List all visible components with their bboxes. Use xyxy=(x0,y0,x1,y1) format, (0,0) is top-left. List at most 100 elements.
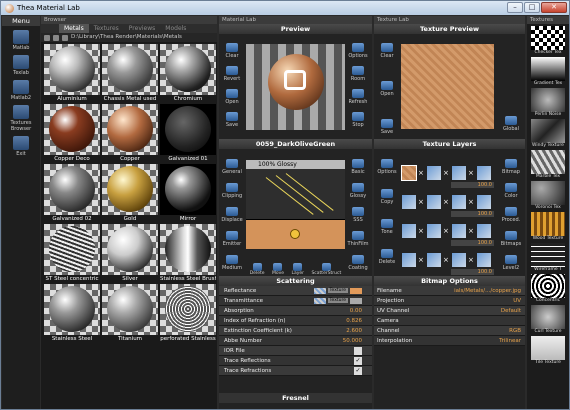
texture-slot[interactable] xyxy=(426,223,442,239)
material-thumb-aluminium[interactable]: Aluminium xyxy=(44,44,100,102)
revert-button[interactable]: Revert xyxy=(221,66,243,82)
texture-slot[interactable] xyxy=(451,194,467,210)
material-thumb-galvanized-02[interactable]: Galvanized 02 xyxy=(44,164,100,222)
bitmap-interpolation[interactable]: Interpolation Trilinear xyxy=(374,336,525,346)
maximize-button[interactable]: □ xyxy=(524,2,540,13)
global-button[interactable]: Global xyxy=(500,116,522,132)
options-button[interactable]: Options xyxy=(376,159,398,175)
bitmap-value[interactable]: Trilinear xyxy=(447,338,521,344)
clipping-button[interactable]: Clipping xyxy=(221,183,243,199)
bitmap-value[interactable]: Default xyxy=(447,308,521,314)
minimize-button[interactable]: – xyxy=(507,2,523,13)
delete-button[interactable]: Delete xyxy=(250,263,265,276)
texture-item-windy-texture[interactable]: Windy Texture xyxy=(531,119,565,148)
material-thumb-titanium[interactable]: Titanium xyxy=(102,284,158,342)
folder-icon[interactable] xyxy=(62,34,68,41)
bitmap-filename[interactable]: Filename ials/Metals/.../copper.jpg xyxy=(374,286,525,296)
texture-slot[interactable] xyxy=(451,223,467,239)
bitmap-value[interactable]: RGB xyxy=(447,328,521,334)
texture-item-tile-texture[interactable]: Tile Texture xyxy=(531,336,565,365)
tab-previews[interactable]: Previews xyxy=(124,24,160,33)
prop-checkbox[interactable]: ✓ xyxy=(354,356,362,365)
texture-layer-row[interactable]: × × × 100.0 xyxy=(401,249,494,277)
texture-item-wood-texture[interactable]: Wood Texture xyxy=(531,212,565,241)
clear-button[interactable]: Clear xyxy=(221,43,243,59)
tab-metals[interactable]: Metals xyxy=(59,24,89,33)
tab-textures[interactable]: Textures xyxy=(89,24,124,33)
bitmap-button[interactable]: Bitmap xyxy=(500,159,522,175)
layer-weight[interactable]: 100.0 xyxy=(451,211,494,217)
layer-handle[interactable] xyxy=(290,229,300,239)
texture-slot[interactable] xyxy=(476,165,492,181)
glossy-button[interactable]: Glossy xyxy=(347,183,369,199)
material-thumb-chromium[interactable]: Chromium xyxy=(160,44,216,102)
color-swatch[interactable] xyxy=(350,297,362,304)
clear-button[interactable]: Clear xyxy=(376,43,398,59)
texture-item-gradient-tex[interactable]: Gradient Tex xyxy=(531,57,565,86)
bitmap-uv-channel[interactable]: UV Channel Default xyxy=(374,306,525,316)
refresh-button[interactable]: Refresh xyxy=(347,89,369,105)
texture-layer-row[interactable]: × × × 100.0 xyxy=(401,162,494,190)
open-button[interactable]: Open xyxy=(221,89,243,105)
menu-item-matlab[interactable]: Matlab xyxy=(2,30,40,51)
refresh-icon[interactable] xyxy=(53,34,59,41)
texture-item-concentric[interactable]: Concentric xyxy=(531,274,565,303)
texture-item-curl-texture[interactable]: Curl Texture xyxy=(531,305,565,334)
bitmap-camera[interactable]: Camera xyxy=(374,316,525,326)
material-thumb-perforated-stainless[interactable]: perforated Stainless xyxy=(160,284,216,342)
menu-item-exit[interactable]: Exit xyxy=(2,136,40,157)
proced-button[interactable]: Proced. xyxy=(500,207,522,223)
texture-item-wireframe-t[interactable]: Wireframe T xyxy=(531,243,565,272)
texture-slot[interactable] xyxy=(426,252,442,268)
room-button[interactable]: Room xyxy=(347,66,369,82)
texture-slot[interactable] xyxy=(313,297,326,304)
coating-button[interactable]: Coating xyxy=(347,255,369,271)
move-button[interactable]: Move xyxy=(272,263,284,276)
texture-layer-row[interactable]: × × × 100.0 xyxy=(401,220,494,248)
layer-weight[interactable]: 100.0 xyxy=(451,269,494,275)
texture-slot[interactable] xyxy=(401,194,417,210)
texture-item-marble-tex[interactable]: Marble Tex xyxy=(531,150,565,179)
prop-value[interactable]: 2.600 xyxy=(346,328,362,334)
bitmap-channel[interactable]: Channel RGB xyxy=(374,326,525,336)
layer-button[interactable]: Layer xyxy=(291,263,304,276)
texture-slot[interactable] xyxy=(476,252,492,268)
general-button[interactable]: General xyxy=(221,159,243,175)
texture-slot[interactable] xyxy=(401,223,417,239)
texture-slot[interactable] xyxy=(426,165,442,181)
texture-slot[interactable] xyxy=(451,252,467,268)
material-thumb-chassis-metal-used[interactable]: Chassis Metal used xyxy=(102,44,158,102)
prop-value[interactable]: 0.00 xyxy=(350,308,362,314)
options-button[interactable]: Options xyxy=(347,43,369,59)
displace-button[interactable]: Displace xyxy=(221,207,243,223)
tab-models[interactable]: Models xyxy=(160,24,191,33)
stop-button[interactable]: Stop xyxy=(347,112,369,128)
material-thumb-copper[interactable]: Copper xyxy=(102,104,158,162)
texture-slot[interactable] xyxy=(451,165,467,181)
material-thumb-mirror[interactable]: Mirror xyxy=(160,164,216,222)
basic-button[interactable]: Basic xyxy=(347,159,369,175)
material-thumb-silver[interactable]: Silver xyxy=(102,224,158,282)
delete-button[interactable]: Delete xyxy=(376,249,398,265)
material-thumb-copper-deco[interactable]: Copper Deco xyxy=(44,104,100,162)
close-button[interactable]: ✕ xyxy=(541,2,567,13)
bitmaps-button[interactable]: Bitmaps xyxy=(500,231,522,247)
material-thumb-stainless-steel-brush[interactable]: Stainless Steel Brush xyxy=(160,224,216,282)
copy-button[interactable]: Copy xyxy=(376,189,398,205)
material-thumb-stainless-steel[interactable]: Stainless Steel xyxy=(44,284,100,342)
layer-weight[interactable]: 100.0 xyxy=(451,240,494,246)
texture-slot[interactable] xyxy=(401,165,417,181)
prop-value[interactable]: 0.826 xyxy=(346,318,362,324)
bitmap-value[interactable]: ials/Metals/.../copper.jpg xyxy=(447,288,521,294)
layer-weight[interactable]: 100.0 xyxy=(451,182,494,188)
material-thumb-st-steel-concentric[interactable]: ST Steel concentric xyxy=(44,224,100,282)
prop-value[interactable]: 50.000 xyxy=(343,338,362,344)
texture-item-voronoi-tex[interactable]: Voronoi Tex xyxy=(531,181,565,210)
texture-button[interactable]: Texture xyxy=(327,298,348,303)
save-button[interactable]: Save xyxy=(376,119,398,135)
tone-button[interactable]: Tone xyxy=(376,219,398,235)
scatterstruct-button[interactable]: ScatterStruct xyxy=(311,263,341,276)
color-swatch[interactable] xyxy=(350,287,362,294)
folder-up-icon[interactable] xyxy=(44,34,50,41)
glossy-layer[interactable]: 100% Glossy xyxy=(246,160,345,169)
